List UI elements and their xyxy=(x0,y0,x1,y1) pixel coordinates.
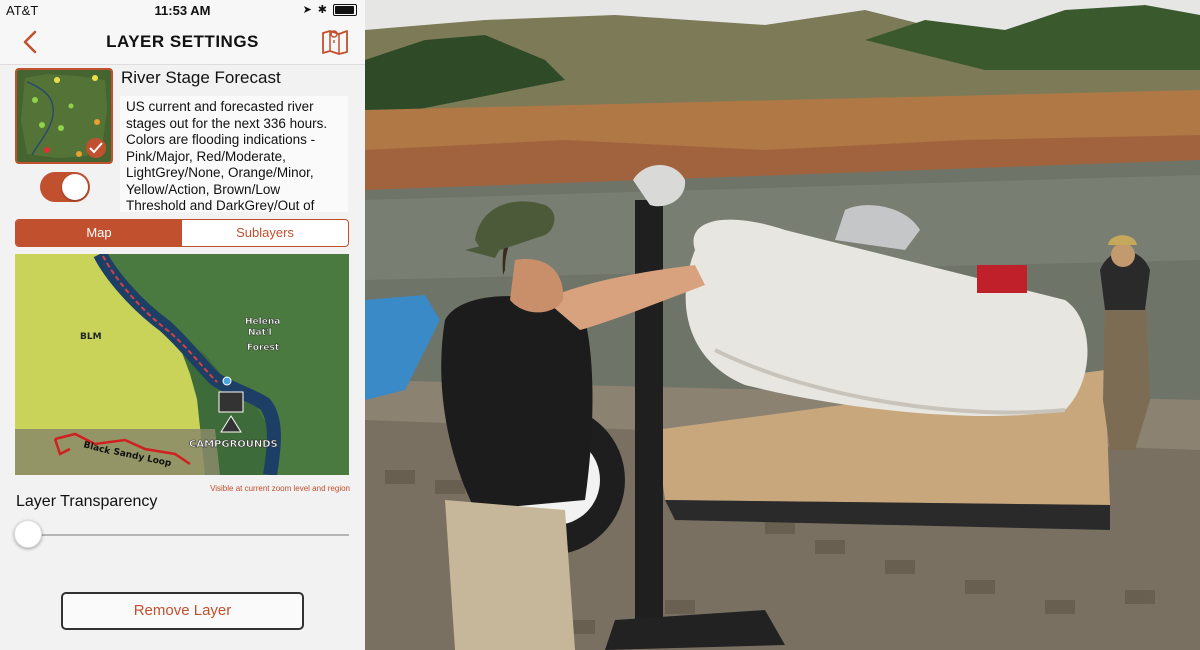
transparency-slider-track[interactable] xyxy=(28,534,349,536)
layer-settings-panel: AT&T 11:53 AM ➤ ✱ LAYER SETTINGS River S… xyxy=(0,0,365,650)
nav-bar: LAYER SETTINGS xyxy=(0,20,365,65)
map-label-forest-1: Helena xyxy=(245,317,280,327)
transparency-slider-thumb[interactable] xyxy=(14,520,42,548)
toggle-knob xyxy=(62,174,88,200)
layer-description: US current and forecasted river stages o… xyxy=(120,96,348,212)
map-label-forest-3: Forest xyxy=(247,343,280,353)
layer-name: River Stage Forecast xyxy=(121,68,281,87)
location-icon: ➤ xyxy=(302,4,312,16)
folded-map-icon[interactable] xyxy=(321,28,349,56)
status-icons: ➤ ✱ xyxy=(303,3,357,16)
transparency-label: Layer Transparency xyxy=(16,493,158,510)
page-title: LAYER SETTINGS xyxy=(106,32,259,51)
promo-photo-raft-trailer xyxy=(365,0,1200,650)
map-label-forest-2: Nat'l xyxy=(248,328,272,338)
battery-icon xyxy=(333,3,357,16)
map-preview[interactable]: BLM Helena Nat'l Forest Black Sandy Loop… xyxy=(15,254,349,475)
tab-sublayers[interactable]: Sublayers xyxy=(182,220,348,246)
tab-map[interactable]: Map xyxy=(16,220,182,246)
view-segmented-control: Map Sublayers xyxy=(15,219,349,247)
status-bar: AT&T 11:53 AM ➤ ✱ xyxy=(0,0,365,20)
layer-thumbnail[interactable] xyxy=(15,68,113,164)
map-visibility-note: Visible at current zoom level and region xyxy=(210,484,350,493)
layer-thumbnail-map xyxy=(17,70,111,162)
map-label-campgrounds: CAMPGROUNDS xyxy=(189,439,278,450)
bluetooth-icon: ✱ xyxy=(317,4,327,16)
map-preview-image: BLM Helena Nat'l Forest Black Sandy Loop… xyxy=(15,254,349,475)
map-label-blm: BLM xyxy=(80,332,102,342)
layer-enabled-toggle[interactable] xyxy=(40,172,90,202)
remove-layer-button[interactable]: Remove Layer xyxy=(61,592,304,630)
raft-trailer-photo xyxy=(365,0,1200,650)
